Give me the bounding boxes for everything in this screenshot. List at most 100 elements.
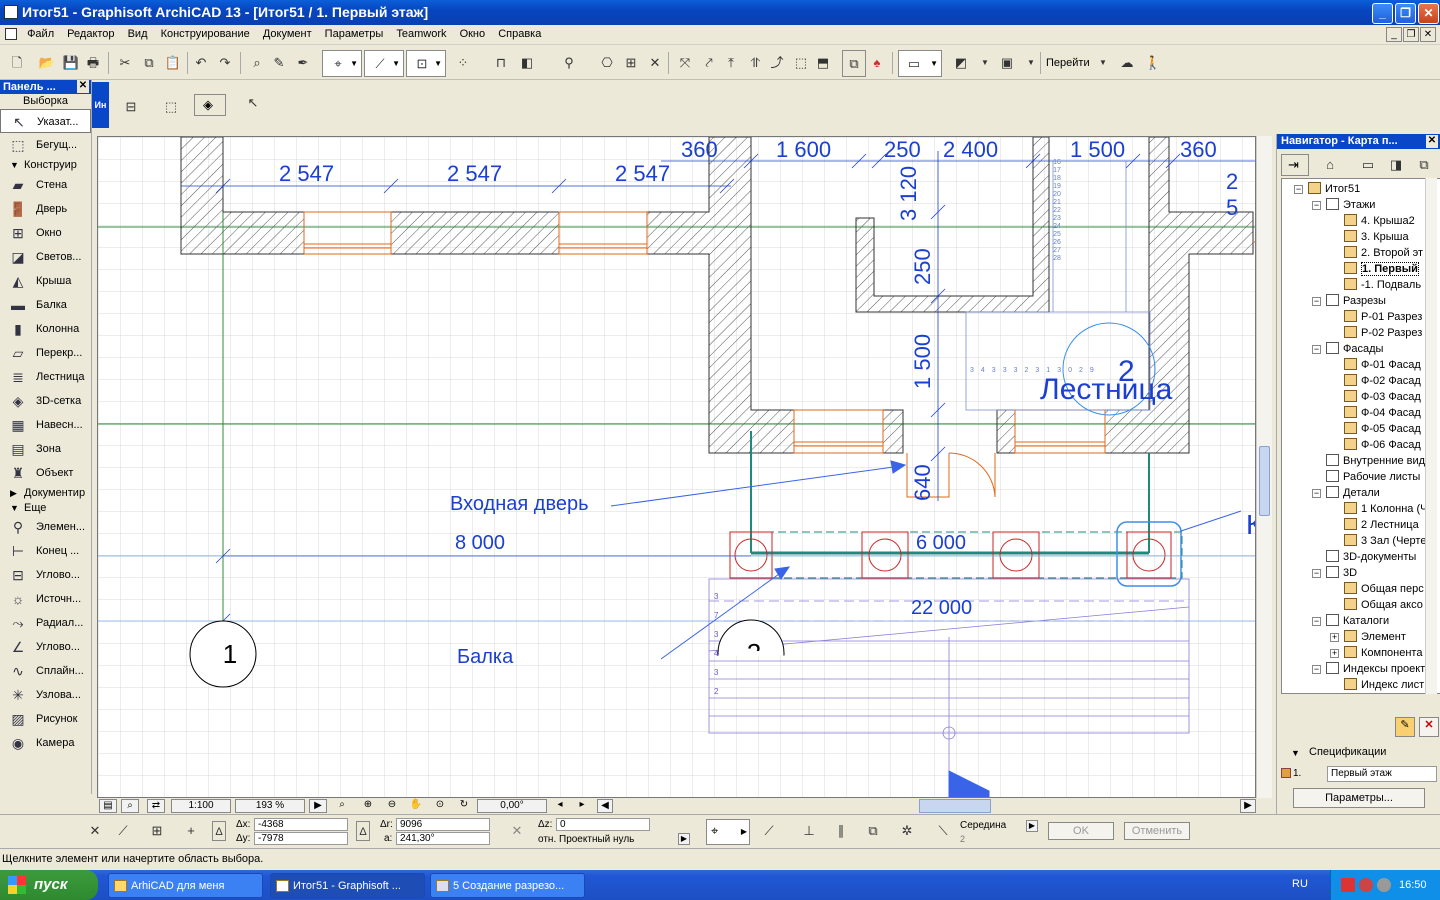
- grid-snap-icon[interactable]: ⁘: [452, 52, 474, 74]
- tree-item[interactable]: Р-01 Разрез: [1344, 309, 1422, 325]
- perpendicular-icon[interactable]: ⊥: [798, 820, 820, 842]
- tree-item[interactable]: Ф-02 Фасад: [1344, 373, 1421, 389]
- menu-file[interactable]: Файл: [22, 25, 59, 43]
- tree-item[interactable]: Ф-04 Фасад: [1344, 405, 1421, 421]
- navigator-header[interactable]: Навигатор - Карта п... ✕: [1277, 134, 1440, 149]
- menu-help[interactable]: Справка: [493, 25, 546, 43]
- layout-dropdown-icon[interactable]: ▼: [1020, 52, 1042, 74]
- tree-scrollbar[interactable]: [1425, 178, 1437, 694]
- collapse-icon[interactable]: −: [1312, 345, 1321, 354]
- open-file-icon[interactable]: 📂: [36, 52, 58, 74]
- delete-icon[interactable]: ✕: [1419, 717, 1439, 737]
- next-zoom-icon[interactable]: ▸: [573, 799, 591, 813]
- tool-marquee[interactable]: ⬚ Бегущ...: [0, 133, 91, 157]
- trace-icon[interactable]: ⤧: [674, 52, 696, 74]
- tree-item[interactable]: Общая перс: [1344, 581, 1424, 597]
- ok-button[interactable]: OK: [1048, 822, 1114, 840]
- group-icon[interactable]: ⎔: [596, 52, 618, 74]
- tree-item[interactable]: Ф-01 Фасад: [1344, 357, 1421, 373]
- syringe-icon[interactable]: ✒: [292, 52, 314, 74]
- zoom-window-icon[interactable]: ⌕: [121, 799, 139, 813]
- tool-window[interactable]: ⊞ Окно: [0, 221, 91, 245]
- antivirus-icon[interactable]: [1341, 878, 1355, 892]
- grid-toggle-icon[interactable]: ⊞: [146, 820, 168, 842]
- eyedropper-icon[interactable]: ✎: [268, 52, 290, 74]
- layout-book-icon[interactable]: ▭: [1357, 154, 1379, 176]
- tree-item[interactable]: 3. Крыша: [1344, 229, 1409, 245]
- print-icon[interactable]: 🖶: [82, 52, 104, 74]
- language-indicator[interactable]: RU: [1292, 878, 1308, 890]
- layer-icon[interactable]: ◧: [516, 52, 538, 74]
- dz-field[interactable]: 0: [556, 818, 650, 831]
- undo-icon[interactable]: ↶: [190, 52, 212, 74]
- tree-item[interactable]: 3D-документы: [1326, 549, 1416, 565]
- tree-item[interactable]: − Разрезы: [1312, 293, 1386, 309]
- trace-reference-button[interactable]: ⧉: [842, 50, 866, 77]
- offset-icon[interactable]: ⧉: [862, 820, 884, 842]
- tree-item[interactable]: − Фасады: [1312, 341, 1383, 357]
- tool-pointer[interactable]: ↖ Указат...: [0, 109, 91, 133]
- suspend-group-icon[interactable]: ⊞: [620, 52, 642, 74]
- geometry-method-icon[interactable]: ⊟: [120, 96, 142, 118]
- layout-view-icon[interactable]: ▣: [996, 52, 1018, 74]
- tool-slab[interactable]: ▱ Перекр...: [0, 341, 91, 365]
- angle-field[interactable]: 0,00°: [477, 799, 547, 813]
- guide-dropdown[interactable]: ⊡ ▼: [406, 50, 446, 77]
- tool-skylight[interactable]: ◪ Светов...: [0, 245, 91, 269]
- expand-icon[interactable]: +: [1330, 633, 1339, 642]
- redo-icon[interactable]: ↷: [214, 52, 236, 74]
- task-folder[interactable]: ArhiCAD для меня: [108, 873, 263, 898]
- cancel-button[interactable]: Отменить: [1124, 822, 1190, 840]
- ruler-icon[interactable]: ⟋: [112, 820, 134, 842]
- tool-radial[interactable]: ⤳ Радиал...: [0, 611, 91, 635]
- tree-item[interactable]: − Детали: [1312, 485, 1380, 501]
- tool-mesh[interactable]: ◈ 3D-сетка: [0, 389, 91, 413]
- tool-spline[interactable]: ∿ Сплайн...: [0, 659, 91, 683]
- network-icon[interactable]: [1377, 878, 1391, 892]
- tree-item[interactable]: + Элемент: [1330, 629, 1406, 645]
- marquee-mode-icon[interactable]: ⬚: [160, 96, 182, 118]
- 3d-view-icon[interactable]: ◩: [950, 52, 972, 74]
- brain-icon[interactable]: ☁: [1116, 52, 1138, 74]
- paste-icon[interactable]: 📋: [162, 52, 184, 74]
- tree-item[interactable]: Ф-05 Фасад: [1344, 421, 1421, 437]
- tool-element[interactable]: ⚲ Элемен...: [0, 515, 91, 539]
- layout-icon[interactable]: ▤: [99, 799, 117, 813]
- tool-object[interactable]: ♜ Объект: [0, 461, 91, 485]
- menu-edit[interactable]: Редактор: [62, 25, 119, 43]
- tool-source[interactable]: ☼ Источн...: [0, 587, 91, 611]
- tree-item[interactable]: Р-02 Разрез: [1344, 325, 1422, 341]
- collapse-icon[interactable]: −: [1312, 201, 1321, 210]
- floor-plan-canvas[interactable]: 360 1 600 250 2 400 1 500 360 2 5 2 547 …: [97, 136, 1256, 798]
- collapse-icon[interactable]: −: [1312, 665, 1321, 674]
- tree-item[interactable]: 3 Зал (Черте: [1344, 533, 1426, 549]
- expand-icon[interactable]: +: [1330, 649, 1339, 658]
- split-icon[interactable]: ⬒: [812, 52, 834, 74]
- tree-item[interactable]: -1. Подваль: [1344, 277, 1421, 293]
- walk-icon[interactable]: 🚶: [1142, 52, 1164, 74]
- previous-zoom-icon[interactable]: ◂: [551, 799, 569, 813]
- dx-field[interactable]: -4368: [254, 818, 348, 831]
- tree-item[interactable]: − Каталоги: [1312, 613, 1389, 629]
- cut-icon[interactable]: ✂: [114, 52, 136, 74]
- line-tool-icon[interactable]: ⟋: [758, 820, 780, 842]
- rotate-view-icon[interactable]: ↻: [455, 799, 473, 813]
- align-icon[interactable]: ⊓: [490, 52, 512, 74]
- snap-dropdown[interactable]: ⟋ ▼: [364, 50, 404, 77]
- tool-curtain-wall[interactable]: ▦ Навесн...: [0, 413, 91, 437]
- goto-dropdown-icon[interactable]: ▼: [1092, 52, 1114, 74]
- tray-app-icon[interactable]: [1359, 878, 1373, 892]
- spec-story-field[interactable]: Первый этаж: [1327, 766, 1437, 782]
- tree-item[interactable]: + Компонента: [1330, 645, 1422, 661]
- lock-icon[interactable]: ⚲: [558, 52, 580, 74]
- section-construct[interactable]: ▼ Конструир: [0, 157, 91, 173]
- view-mode-dropdown[interactable]: ▭ ▼: [898, 50, 942, 77]
- midpoint-icon[interactable]: ⟍: [932, 820, 954, 842]
- collapse-icon[interactable]: −: [1312, 297, 1321, 306]
- publisher-sets-icon[interactable]: ◨: [1385, 154, 1407, 176]
- tool-end[interactable]: ⊢ Конец ...: [0, 539, 91, 563]
- delta-r-icon[interactable]: Δ: [356, 821, 370, 841]
- gravity-dropdown[interactable]: ⌖ ▼: [322, 50, 362, 77]
- menu-teamwork[interactable]: Teamwork: [391, 25, 451, 43]
- tree-item[interactable]: − 3D: [1312, 565, 1357, 581]
